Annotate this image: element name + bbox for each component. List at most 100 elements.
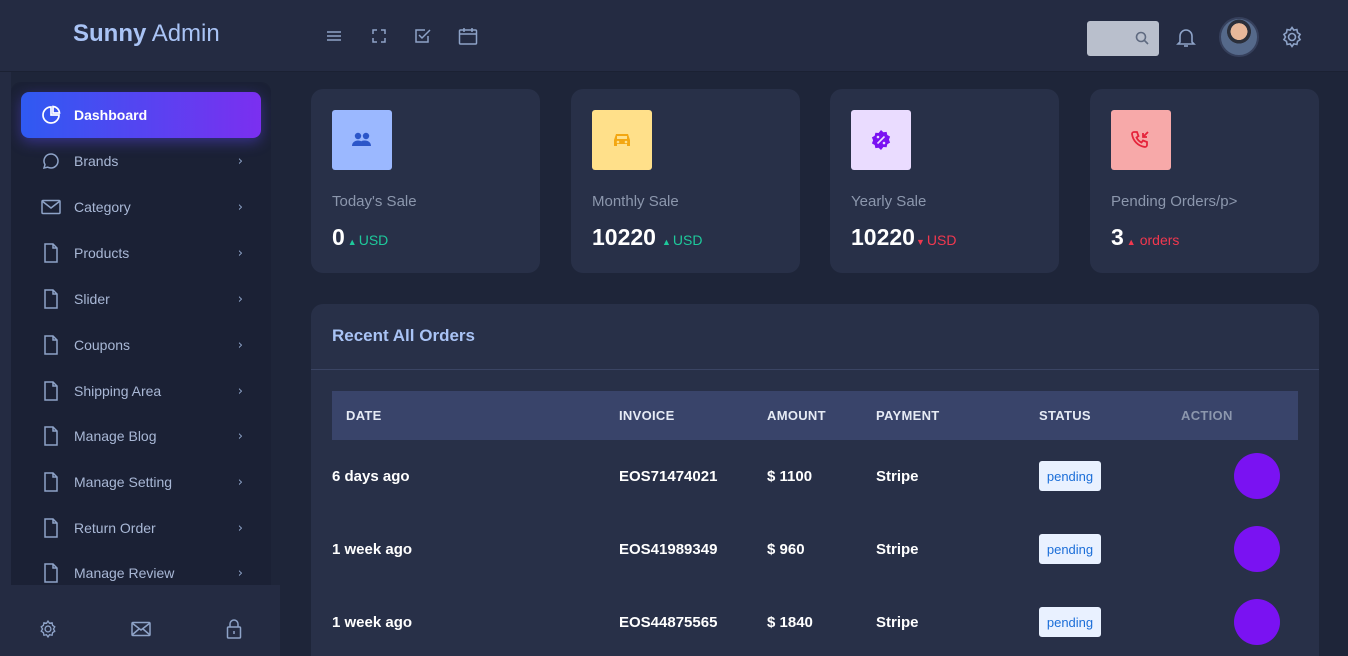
cell-invoice: EOS44875565 bbox=[619, 614, 718, 631]
sidebar-item-category[interactable]: Category › bbox=[21, 184, 261, 230]
cell-invoice: EOS71474021 bbox=[619, 468, 718, 485]
cell-date: 6 days ago bbox=[332, 468, 410, 485]
sidebar-item-label: Category bbox=[74, 199, 131, 215]
pie-chart-icon bbox=[41, 105, 61, 125]
sidebar-footer bbox=[0, 585, 280, 656]
card-value: 0 ▲ USD bbox=[332, 224, 389, 250]
trend-down-icon: ▼ bbox=[915, 237, 925, 247]
users-icon bbox=[332, 110, 392, 170]
card-title: Today's Sale bbox=[332, 193, 417, 210]
stat-card-monthly-sale: Monthly Sale 10220 ▲ USD bbox=[571, 89, 800, 273]
sidebar-item-manage-review[interactable]: Manage Review › bbox=[21, 550, 261, 585]
top-header: Sunny Admin bbox=[0, 0, 1348, 72]
chat-icon bbox=[41, 151, 61, 171]
discount-badge-icon bbox=[851, 110, 911, 170]
search-input[interactable] bbox=[1093, 27, 1133, 49]
card-value: 10220 ▼ USD bbox=[851, 224, 957, 250]
file-icon bbox=[41, 472, 61, 492]
chevron-right-icon: › bbox=[237, 200, 243, 215]
column-header-status: STATUS bbox=[1039, 408, 1091, 423]
cell-payment: Stripe bbox=[876, 541, 919, 558]
card-title: Pending Orders/p> bbox=[1111, 193, 1238, 210]
search-icon[interactable] bbox=[1135, 31, 1149, 45]
mail-icon[interactable] bbox=[131, 621, 151, 637]
settings-icon[interactable] bbox=[38, 619, 58, 639]
checkbox-icon[interactable] bbox=[411, 24, 435, 48]
column-header-invoice: INVOICE bbox=[619, 408, 675, 423]
card-title: Yearly Sale bbox=[851, 193, 927, 210]
table-header: DATE INVOICE AMOUNT PAYMENT STATUS ACTIO… bbox=[332, 391, 1298, 440]
recent-orders-panel: Recent All Orders DATE INVOICE AMOUNT PA… bbox=[311, 304, 1319, 656]
sidebar-item-label: Shipping Area bbox=[74, 383, 162, 399]
action-button[interactable] bbox=[1234, 599, 1280, 645]
trend-up-icon: ▲ bbox=[1126, 237, 1136, 247]
cell-amount: $ 1840 bbox=[767, 614, 813, 631]
column-header-action: ACTION bbox=[1181, 408, 1233, 423]
calendar-icon[interactable] bbox=[456, 24, 480, 48]
cell-payment: Stripe bbox=[876, 468, 919, 485]
file-icon bbox=[41, 426, 61, 446]
trend-up-icon: ▲ bbox=[661, 237, 671, 247]
gear-icon[interactable] bbox=[1280, 25, 1304, 49]
sidebar-item-shipping-area[interactable]: Shipping Area › bbox=[21, 368, 261, 414]
column-header-date: DATE bbox=[346, 408, 382, 423]
sidebar-item-label: Dashboard bbox=[74, 107, 148, 123]
lock-icon[interactable] bbox=[226, 619, 242, 639]
file-icon bbox=[41, 289, 61, 309]
sidebar-item-brands[interactable]: Brands › bbox=[21, 138, 261, 184]
cell-amount: $ 960 bbox=[767, 541, 805, 558]
card-value: 3 ▲ orders bbox=[1111, 224, 1180, 250]
chevron-right-icon: › bbox=[237, 154, 243, 169]
sidebar-item-slider[interactable]: Slider › bbox=[21, 276, 261, 322]
cell-invoice: EOS41989349 bbox=[619, 541, 718, 558]
sidebar-item-label: Manage Blog bbox=[74, 428, 157, 444]
fullscreen-icon[interactable] bbox=[367, 24, 391, 48]
file-icon bbox=[41, 563, 61, 583]
sidebar-item-label: Coupons bbox=[74, 337, 131, 353]
column-header-payment: PAYMENT bbox=[876, 408, 940, 423]
card-value: 10220 ▲ USD bbox=[592, 224, 703, 250]
chevron-right-icon: › bbox=[237, 566, 243, 581]
sidebar-item-label: Return Order bbox=[74, 520, 156, 536]
car-icon bbox=[592, 110, 652, 170]
mail-icon bbox=[41, 197, 61, 217]
sidebar-item-label: Manage Setting bbox=[74, 474, 173, 490]
chevron-right-icon: › bbox=[237, 246, 243, 261]
sidebar: Dashboard Brands › Category › Products ›… bbox=[11, 82, 271, 585]
action-button[interactable] bbox=[1234, 453, 1280, 499]
left-edge-strip bbox=[0, 72, 11, 585]
sidebar-item-return-order[interactable]: Return Order › bbox=[21, 505, 261, 551]
cell-date: 1 week ago bbox=[332, 541, 413, 558]
table-row: 1 week ago EOS44875565 $ 1840 Stripe pen… bbox=[332, 586, 1298, 656]
chevron-right-icon: › bbox=[237, 384, 243, 399]
stat-card-pending-orders: Pending Orders/p> 3 ▲ orders bbox=[1090, 89, 1319, 273]
file-icon bbox=[41, 335, 61, 355]
chevron-right-icon: › bbox=[237, 429, 243, 444]
sidebar-item-coupons[interactable]: Coupons › bbox=[21, 322, 261, 368]
file-icon bbox=[41, 518, 61, 538]
search-box[interactable] bbox=[1087, 21, 1159, 56]
avatar[interactable] bbox=[1219, 17, 1259, 57]
sidebar-item-label: Products bbox=[74, 245, 130, 261]
table-row: 1 week ago EOS41989349 $ 960 Stripe pend… bbox=[332, 513, 1298, 586]
chevron-right-icon: › bbox=[237, 475, 243, 490]
status-badge: pending bbox=[1039, 607, 1101, 637]
sidebar-item-dashboard[interactable]: Dashboard bbox=[21, 92, 261, 138]
menu-toggle-icon[interactable] bbox=[322, 24, 346, 48]
sidebar-item-manage-setting[interactable]: Manage Setting › bbox=[21, 459, 261, 505]
action-button[interactable] bbox=[1234, 526, 1280, 572]
sidebar-item-label: Brands bbox=[74, 153, 119, 169]
sidebar-item-products[interactable]: Products › bbox=[21, 230, 261, 276]
cell-amount: $ 1100 bbox=[767, 468, 813, 485]
bell-icon[interactable] bbox=[1175, 26, 1197, 48]
chevron-right-icon: › bbox=[237, 292, 243, 307]
cell-date: 1 week ago bbox=[332, 614, 413, 631]
file-icon bbox=[41, 243, 61, 263]
cell-payment: Stripe bbox=[876, 614, 919, 631]
chevron-right-icon: › bbox=[237, 338, 243, 353]
divider bbox=[311, 369, 1319, 370]
stat-card-yearly-sale: Yearly Sale 10220 ▼ USD bbox=[830, 89, 1059, 273]
status-badge: pending bbox=[1039, 534, 1101, 564]
sidebar-item-manage-blog[interactable]: Manage Blog › bbox=[21, 413, 261, 459]
brand-logo[interactable]: Sunny Admin bbox=[73, 20, 220, 48]
